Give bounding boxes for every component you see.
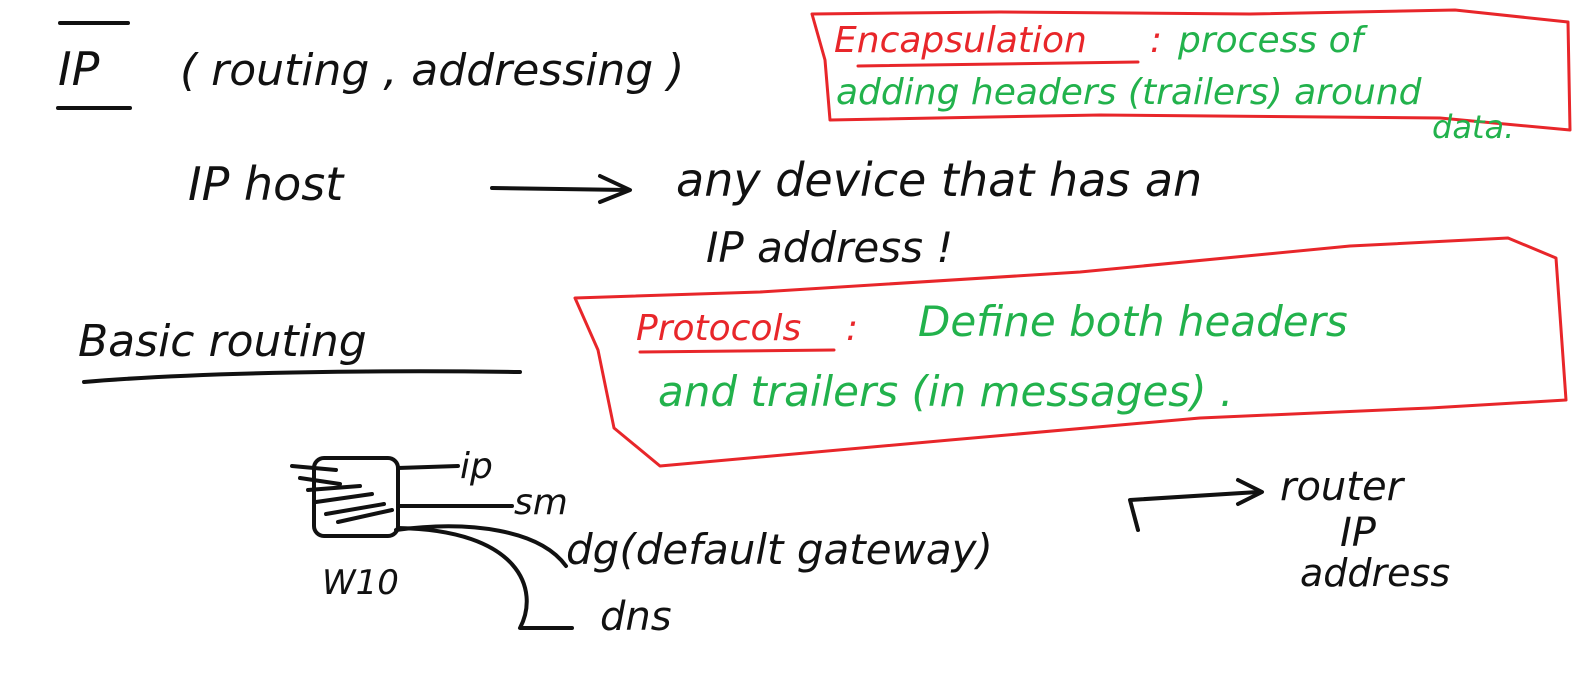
branch-sm-label: sm: [514, 482, 568, 523]
ip-host-definition-line1: any device that has an: [676, 153, 1202, 207]
ip-heading-detail: ( routing , addressing ): [180, 45, 684, 96]
whiteboard-canvas: IP ( routing , addressing ) Encapsulatio…: [56, 8, 1572, 640]
branch-ip-line: [396, 464, 460, 470]
protocols-def-line1: Define both headers: [918, 297, 1348, 346]
router-line2: IP: [1340, 510, 1377, 556]
ip-host-definition-line2: IP address !: [706, 223, 953, 272]
basic-routing-underline: [82, 369, 522, 384]
branch-ip-label: ip: [460, 446, 493, 487]
protocols-term-underline: [638, 348, 836, 354]
basic-routing-heading: Basic routing: [78, 316, 367, 367]
router-line3: address: [1300, 551, 1450, 595]
branch-dns-line: [396, 526, 574, 630]
branch-dg-line: [394, 524, 568, 568]
ip-host-term: IP host: [188, 157, 345, 211]
branch-dns-label: dns: [600, 594, 672, 640]
encapsulation-def-line1: process of: [1177, 20, 1369, 61]
encapsulation-term-underline: [856, 60, 1140, 68]
protocols-def-line2: and trailers (in messages) .: [658, 367, 1233, 416]
encapsulation-def-line2: adding headers (trailers) around: [836, 72, 1423, 113]
encapsulation-def-line3: data.: [1432, 108, 1514, 146]
router-line1: router: [1280, 464, 1406, 510]
gateway-to-router-arrow-shaft: [1128, 490, 1260, 532]
pc-label: W10: [322, 563, 399, 603]
computer-icon: [290, 456, 400, 538]
encapsulation-term: Encapsulation: [834, 20, 1087, 61]
protocols-colon: :: [846, 308, 858, 349]
ip-heading: IP: [58, 42, 100, 96]
ip-host-arrow-shaft: [490, 186, 630, 192]
encapsulation-colon: :: [1150, 20, 1162, 61]
branch-dg-label: dg(default gateway): [566, 525, 993, 574]
protocols-term: Protocols: [636, 308, 801, 349]
